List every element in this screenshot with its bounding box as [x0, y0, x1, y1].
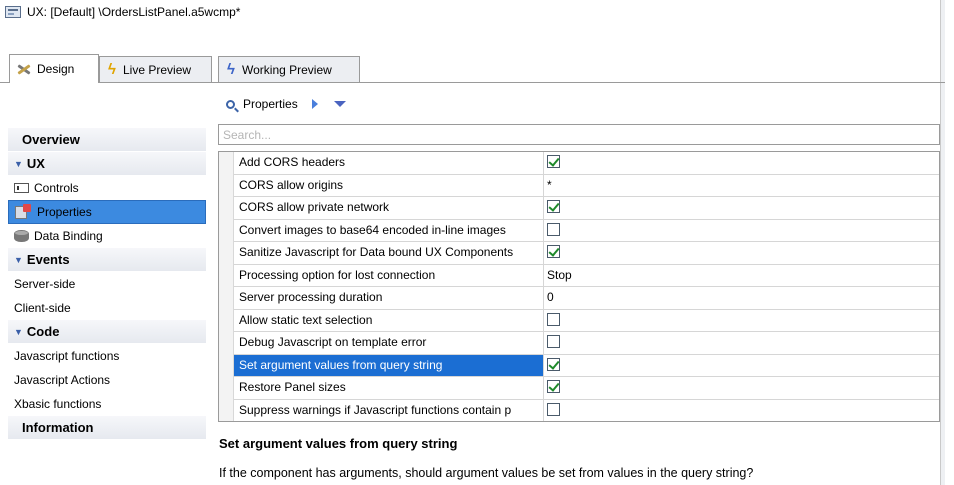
sidebar-item-xbasic-functions[interactable]: Xbasic functions	[8, 392, 206, 416]
property-name: Allow static text selection	[239, 309, 544, 331]
property-checkbox[interactable]	[547, 222, 560, 236]
property-name: Sanitize Javascript for Data bound UX Co…	[239, 242, 544, 264]
window-title: UX: [Default] \OrdersListPanel.a5wcmp*	[27, 5, 241, 19]
property-row[interactable]: Server processing duration 0	[234, 287, 939, 310]
property-value[interactable]: Stop	[547, 265, 572, 287]
editor-tabbar: Design ϟ Live Preview ϟ Working Preview	[0, 54, 945, 83]
tab-label: Live Preview	[123, 62, 192, 77]
property-value[interactable]: *	[547, 175, 552, 197]
tools-icon	[16, 62, 32, 76]
description-title: Set argument values from query string	[219, 436, 458, 451]
tab-working-preview[interactable]: ϟ Working Preview	[218, 56, 360, 82]
dropdown-arrow-icon[interactable]	[333, 101, 346, 107]
property-row[interactable]: Processing option for lost connection Sto…	[234, 264, 939, 287]
property-row[interactable]: Sanitize Javascript for Data bound UX Co…	[234, 242, 939, 265]
property-checkbox[interactable]	[547, 200, 560, 213]
sidebar-overview[interactable]: Overview	[8, 128, 206, 152]
sidebar: Overview ▼ UX Controls Properties Data Bi…	[8, 128, 206, 440]
property-name: Server processing duration	[239, 287, 544, 309]
sidebar-information[interactable]: Information	[8, 416, 206, 440]
property-row[interactable]: Debug Javascript on template error	[234, 332, 939, 355]
property-row[interactable]: Convert images to base64 encoded in-line…	[234, 219, 939, 242]
property-checkbox[interactable]	[547, 312, 560, 326]
sidebar-item-client-side[interactable]: Client-side	[8, 296, 206, 320]
sidebar-label: Javascript functions	[14, 349, 120, 363]
property-row[interactable]: Suppress warnings if Javascript function…	[234, 399, 939, 421]
sidebar-item-javascript-functions[interactable]: Javascript functions	[8, 344, 206, 368]
play-icon[interactable]	[311, 99, 318, 109]
property-row[interactable]: Set argument values from query string	[234, 354, 939, 377]
sidebar-label: Client-side	[14, 301, 71, 315]
property-name: CORS allow origins	[239, 174, 544, 196]
sidebar-label: Javascript Actions	[14, 373, 111, 387]
search-input[interactable]	[219, 125, 939, 144]
lightning-icon: ϟ	[108, 60, 116, 78]
sidebar-item-properties[interactable]: Properties	[8, 200, 206, 224]
description-text: If the component has arguments, should a…	[219, 466, 754, 480]
sidebar-label: UX	[26, 156, 45, 171]
collapse-triangle-icon: ▼	[14, 254, 23, 265]
property-name: Suppress warnings if Javascript function…	[239, 399, 544, 421]
property-checkbox[interactable]	[547, 245, 560, 258]
property-value[interactable]: 0	[547, 287, 554, 309]
controls-icon	[14, 183, 29, 193]
property-grid: Add CORS headers CORS allow origins * CORS …	[218, 151, 940, 422]
property-checkbox[interactable]	[547, 380, 560, 393]
sidebar-label: Events	[26, 252, 70, 267]
property-name: Debug Javascript on template error	[239, 332, 544, 354]
property-row[interactable]: Restore Panel sizes	[234, 377, 939, 400]
tab-design[interactable]: Design	[9, 54, 99, 83]
collapse-triangle-icon: ▼	[14, 158, 23, 169]
tab-label: Working Preview	[242, 62, 332, 77]
sidebar-label: Server-side	[14, 277, 76, 291]
window-icon	[5, 6, 21, 18]
property-name: Processing option for lost connection	[239, 264, 544, 286]
sidebar-label: Properties	[37, 205, 92, 219]
property-row[interactable]: Allow static text selection	[234, 309, 939, 332]
database-icon	[14, 230, 29, 242]
sidebar-item-data-binding[interactable]: Data Binding	[8, 224, 206, 248]
sidebar-group-ux[interactable]: ▼ UX	[8, 152, 206, 176]
property-checkbox[interactable]	[547, 402, 560, 416]
property-row[interactable]: Add CORS headers	[234, 152, 939, 175]
property-name: Restore Panel sizes	[239, 377, 544, 399]
properties-icon	[15, 204, 32, 220]
property-name: Convert images to base64 encoded in-line…	[239, 219, 544, 241]
tab-label: Design	[37, 62, 75, 76]
sidebar-item-javascript-actions[interactable]: Javascript Actions	[8, 368, 206, 392]
property-row[interactable]: CORS allow private network	[234, 197, 939, 220]
property-checkbox[interactable]	[547, 357, 560, 371]
property-checkbox[interactable]	[547, 335, 560, 348]
sidebar-label: Information	[22, 420, 94, 435]
window-titlebar: UX: [Default] \OrdersListPanel.a5wcmp*	[0, 0, 954, 26]
sidebar-item-controls[interactable]: Controls	[8, 176, 206, 200]
tab-live-preview[interactable]: ϟ Live Preview	[99, 56, 212, 82]
sidebar-label: Code	[26, 324, 60, 339]
property-search-box	[218, 124, 940, 145]
sidebar-label: Controls	[34, 181, 79, 195]
sidebar-group-code[interactable]: ▼ Code	[8, 320, 206, 344]
lightning-icon: ϟ	[227, 60, 235, 78]
sidebar-label: Data Binding	[34, 229, 103, 243]
collapse-triangle-icon: ▼	[14, 326, 23, 337]
properties-toolbar-label[interactable]: Properties	[243, 97, 298, 111]
property-name: CORS allow private network	[239, 197, 544, 219]
grid-gutter	[219, 152, 234, 421]
property-name: Set argument values from query string	[234, 354, 544, 376]
property-name: Add CORS headers	[239, 152, 544, 174]
sidebar-group-events[interactable]: ▼ Events	[8, 248, 206, 272]
sidebar-label: Overview	[22, 132, 80, 147]
property-checkbox[interactable]	[547, 155, 560, 168]
properties-toolbar: Properties	[226, 93, 346, 115]
search-icon[interactable]	[226, 99, 235, 109]
sidebar-label: Xbasic functions	[14, 397, 102, 411]
property-row[interactable]: CORS allow origins *	[234, 174, 939, 197]
sidebar-item-server-side[interactable]: Server-side	[8, 272, 206, 296]
